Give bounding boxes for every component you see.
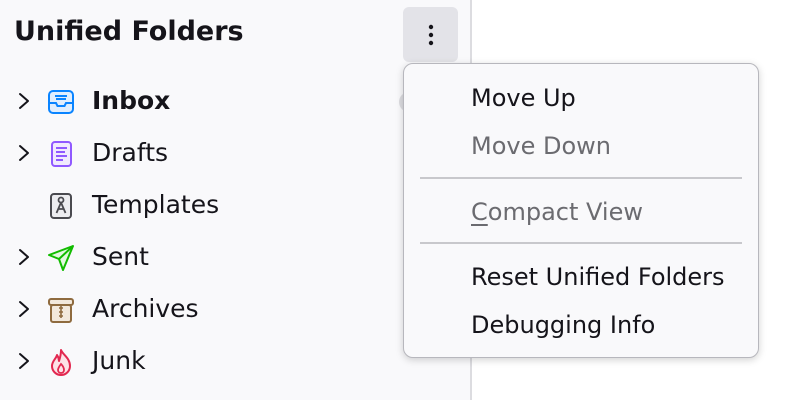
folder-row-sent[interactable]: Sent: [0, 231, 470, 283]
sent-icon: [48, 245, 74, 271]
menu-item-move-down[interactable]: Move Down: [471, 132, 611, 160]
pane-menu-button[interactable]: [403, 7, 458, 62]
folder-row-drafts[interactable]: Drafts: [0, 127, 470, 179]
chevron-right-icon[interactable]: [16, 297, 32, 321]
menu-separator: [420, 177, 742, 179]
folder-label-junk: Junk: [92, 346, 146, 375]
compact-view-accesskey: C: [471, 198, 488, 226]
inbox-icon: [48, 90, 74, 114]
templates-icon: [50, 193, 72, 219]
vertical-ellipsis-icon: [428, 24, 433, 45]
folder-label-archives: Archives: [92, 294, 199, 323]
pane-title: Unified Folders: [14, 16, 244, 47]
chevron-right-icon[interactable]: [16, 245, 32, 269]
folder-row-junk[interactable]: Junk: [0, 335, 470, 387]
menu-item-compact-view[interactable]: Compact View: [471, 198, 643, 226]
chevron-right-icon[interactable]: [16, 141, 32, 165]
menu-item-move-up[interactable]: Move Up: [471, 84, 576, 112]
folder-label-templates: Templates: [92, 190, 220, 219]
junk-icon: [51, 349, 71, 376]
chevron-right-icon[interactable]: [16, 349, 32, 373]
folder-row-inbox[interactable]: Inbox: [0, 75, 470, 127]
folder-pane: Unified Folders Inbox Drafts Templates S…: [0, 0, 470, 400]
folder-label-sent: Sent: [92, 242, 149, 271]
folder-label-drafts: Drafts: [92, 138, 169, 167]
folder-row-templates[interactable]: Templates: [0, 179, 470, 231]
menu-item-reset-unified-folders[interactable]: Reset Unified Folders: [471, 263, 725, 291]
menu-separator: [420, 242, 742, 244]
folder-row-archives[interactable]: Archives: [0, 283, 470, 335]
folder-label-inbox: Inbox: [92, 86, 171, 115]
drafts-icon: [51, 141, 72, 167]
folder-pane-context-menu: Move Up Move Down Compact View Reset Uni…: [403, 63, 759, 358]
compact-view-label-rest: ompact View: [487, 198, 643, 226]
menu-item-debugging-info[interactable]: Debugging Info: [471, 311, 655, 339]
chevron-right-icon[interactable]: [16, 89, 32, 113]
folder-list: Inbox Drafts Templates Sent Archives Jun…: [0, 75, 470, 387]
archives-icon: [48, 298, 74, 323]
